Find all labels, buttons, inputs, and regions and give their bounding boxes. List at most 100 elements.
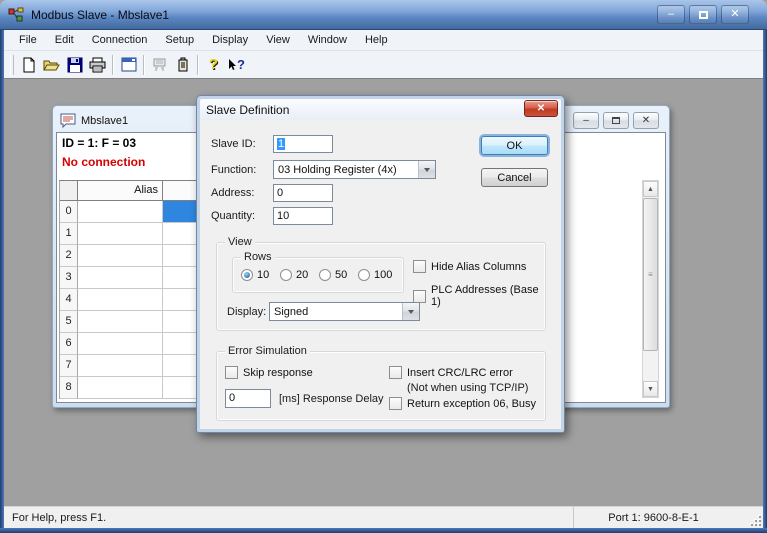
alias-cell[interactable] bbox=[78, 333, 163, 355]
print-button[interactable] bbox=[86, 54, 109, 76]
scrollbar-thumb[interactable]: ≡ bbox=[643, 198, 658, 351]
doc-minimize-button[interactable]: – bbox=[573, 112, 599, 129]
alias-cell[interactable] bbox=[78, 267, 163, 289]
row-header[interactable]: 3 bbox=[60, 267, 78, 289]
dialog-title: Slave Definition bbox=[206, 102, 290, 117]
minimize-button[interactable]: – bbox=[657, 5, 685, 24]
row-header[interactable]: 2 bbox=[60, 245, 78, 267]
save-file-button[interactable] bbox=[63, 54, 86, 76]
help-button[interactable]: ? bbox=[202, 54, 225, 76]
row-header[interactable]: 1 bbox=[60, 223, 78, 245]
alias-cell[interactable] bbox=[78, 201, 163, 223]
menu-view[interactable]: View bbox=[257, 32, 299, 48]
checkbox-icon[interactable] bbox=[225, 366, 238, 379]
close-button[interactable]: ✕ bbox=[721, 5, 749, 24]
radio-icon[interactable] bbox=[358, 269, 370, 281]
view-group-label: View bbox=[225, 236, 255, 248]
open-file-button[interactable] bbox=[40, 54, 63, 76]
hide-alias-checkbox[interactable]: Hide Alias Columns bbox=[413, 260, 526, 273]
scrollbar-down-arrow[interactable]: ▼ bbox=[643, 381, 658, 397]
menu-connection[interactable]: Connection bbox=[83, 32, 157, 48]
toolbar: ? ? bbox=[4, 51, 763, 78]
alias-cell[interactable] bbox=[78, 311, 163, 333]
menu-bar: File Edit Connection Setup Display View … bbox=[4, 30, 763, 51]
alias-cell[interactable] bbox=[78, 289, 163, 311]
checkbox-icon[interactable] bbox=[413, 260, 426, 273]
return-exception-label: Return exception 06, Busy bbox=[407, 397, 537, 410]
alias-cell[interactable] bbox=[78, 377, 163, 399]
response-delay-input[interactable]: 0 bbox=[225, 389, 271, 408]
row-header[interactable]: 4 bbox=[60, 289, 78, 311]
rows-10-radio[interactable]: 10 bbox=[241, 269, 269, 281]
doc-restore-icon bbox=[612, 117, 620, 124]
row-header[interactable]: 0 bbox=[60, 201, 78, 223]
plc-addresses-checkbox[interactable]: PLC Addresses (Base 1) bbox=[413, 284, 545, 308]
menu-file[interactable]: File bbox=[10, 32, 46, 48]
skip-response-checkbox[interactable]: Skip response bbox=[225, 366, 313, 379]
alias-cell[interactable] bbox=[78, 355, 163, 377]
maximize-button[interactable] bbox=[689, 5, 717, 24]
doc-restore-button[interactable] bbox=[603, 112, 629, 129]
return-exception-checkbox[interactable]: Return exception 06, Busy bbox=[389, 397, 536, 410]
rows-10-label: 10 bbox=[257, 269, 270, 281]
main-titlebar[interactable]: Modbus Slave - Mbslave1 – ✕ bbox=[0, 0, 767, 30]
function-dropdown-button[interactable] bbox=[418, 161, 435, 178]
connection-setup-button[interactable] bbox=[148, 54, 171, 76]
function-label: Function: bbox=[211, 164, 257, 176]
scrollbar-up-arrow[interactable]: ▲ bbox=[643, 181, 658, 197]
error-simulation-label: Error Simulation bbox=[225, 345, 310, 357]
checkbox-icon[interactable] bbox=[389, 397, 402, 410]
menu-edit[interactable]: Edit bbox=[46, 32, 83, 48]
slave-id-value: 1 bbox=[277, 138, 286, 150]
resize-grip[interactable] bbox=[748, 513, 761, 526]
slave-definition-button[interactable] bbox=[171, 54, 194, 76]
insert-crc-label: Insert CRC/LRC error bbox=[407, 366, 513, 379]
close-icon: ✕ bbox=[730, 8, 740, 20]
checkbox-icon[interactable] bbox=[389, 366, 402, 379]
app-icon[interactable] bbox=[8, 7, 25, 23]
vertical-scrollbar[interactable]: ▲ ≡ ▼ bbox=[642, 180, 659, 398]
display-combobox[interactable]: Signed bbox=[269, 302, 420, 321]
display-setup-button[interactable] bbox=[117, 54, 140, 76]
dialog-titlebar[interactable]: Slave Definition bbox=[200, 99, 561, 120]
rows-50-radio[interactable]: 50 bbox=[319, 269, 347, 281]
checkbox-icon[interactable] bbox=[413, 289, 426, 303]
menu-setup[interactable]: Setup bbox=[156, 32, 203, 48]
row-header[interactable]: 5 bbox=[60, 311, 78, 333]
ok-button[interactable]: OK bbox=[481, 136, 548, 155]
alias-column-header[interactable]: Alias bbox=[78, 181, 163, 200]
save-file-icon bbox=[67, 57, 82, 72]
menu-display[interactable]: Display bbox=[203, 32, 257, 48]
display-dropdown-button[interactable] bbox=[402, 303, 419, 320]
alias-cell[interactable] bbox=[78, 245, 163, 267]
slave-id-input[interactable]: 1 bbox=[273, 135, 333, 153]
help-icon: ? bbox=[208, 56, 219, 73]
menu-window[interactable]: Window bbox=[299, 32, 356, 48]
toolbar-grip[interactable] bbox=[10, 54, 14, 75]
rows-100-radio[interactable]: 100 bbox=[358, 269, 392, 281]
hide-alias-label: Hide Alias Columns bbox=[431, 260, 527, 273]
row-header[interactable]: 6 bbox=[60, 333, 78, 355]
menu-help[interactable]: Help bbox=[356, 32, 397, 48]
new-file-button[interactable] bbox=[17, 54, 40, 76]
slave-definition-icon bbox=[178, 57, 187, 71]
skip-response-label: Skip response bbox=[243, 366, 313, 379]
rows-20-radio[interactable]: 20 bbox=[280, 269, 308, 281]
address-input[interactable]: 0 bbox=[273, 184, 333, 202]
address-value: 0 bbox=[277, 187, 284, 199]
quantity-input[interactable]: 10 bbox=[273, 207, 333, 225]
radio-icon[interactable] bbox=[280, 269, 292, 281]
context-help-button[interactable]: ? bbox=[225, 54, 248, 76]
doc-close-button[interactable]: ✕ bbox=[633, 112, 659, 129]
row-header[interactable]: 7 bbox=[60, 355, 78, 377]
insert-crc-checkbox[interactable]: Insert CRC/LRC error bbox=[389, 366, 513, 379]
row-header[interactable]: 8 bbox=[60, 377, 78, 399]
function-combobox[interactable]: 03 Holding Register (4x) bbox=[273, 160, 436, 179]
display-setup-icon bbox=[121, 57, 136, 72]
dialog-close-button[interactable]: ✕ bbox=[524, 100, 558, 117]
cancel-button[interactable]: Cancel bbox=[481, 168, 548, 187]
toolbar-separator bbox=[112, 54, 114, 75]
radio-selected-icon[interactable] bbox=[241, 269, 253, 281]
alias-cell[interactable] bbox=[78, 223, 163, 245]
radio-icon[interactable] bbox=[319, 269, 331, 281]
